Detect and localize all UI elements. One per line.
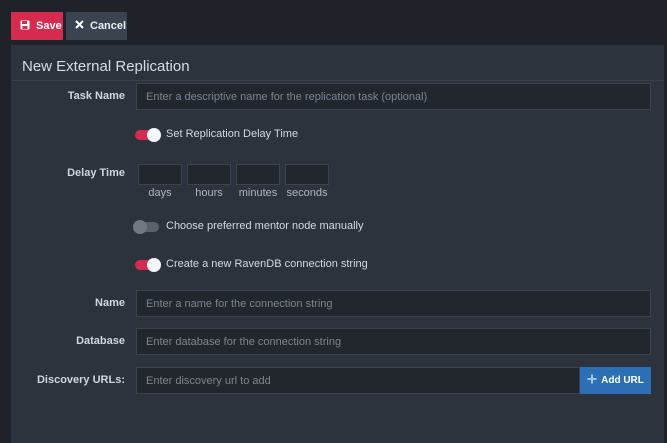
add-url-label: Add URL bbox=[601, 375, 644, 386]
save-button[interactable]: Save bbox=[11, 12, 63, 40]
delay-days-input[interactable] bbox=[138, 164, 182, 185]
delay-days-caption: days bbox=[148, 187, 172, 199]
x-icon bbox=[75, 20, 84, 32]
database-label: Database bbox=[76, 335, 125, 347]
connection-name-input[interactable] bbox=[136, 290, 651, 317]
delay-seconds-input[interactable] bbox=[285, 164, 329, 185]
name-label: Name bbox=[95, 297, 125, 309]
delay-toggle-label: Set Replication Delay Time bbox=[166, 128, 299, 140]
plus-icon bbox=[587, 374, 597, 387]
save-label: Save bbox=[36, 20, 62, 32]
page-title: New External Replication bbox=[22, 58, 190, 75]
add-url-button[interactable]: Add URL bbox=[580, 367, 651, 394]
delay-hours-caption: hours bbox=[195, 187, 223, 199]
mentor-toggle-label: Choose preferred mentor node manually bbox=[166, 220, 364, 232]
delay-minutes-input[interactable] bbox=[236, 164, 280, 185]
connection-string-toggle[interactable] bbox=[135, 258, 161, 272]
discovery-url-input[interactable] bbox=[136, 367, 580, 394]
cancel-label: Cancel bbox=[90, 20, 127, 32]
task-name-input[interactable] bbox=[136, 83, 651, 110]
connection-string-toggle-label: Create a new RavenDB connection string bbox=[166, 258, 368, 270]
delay-hours-input[interactable] bbox=[187, 164, 231, 185]
database-input[interactable] bbox=[136, 328, 651, 355]
replication-form-panel: New External Replication Task Name Set R… bbox=[11, 45, 664, 443]
delay-minutes-caption: minutes bbox=[238, 187, 278, 199]
mentor-toggle[interactable] bbox=[133, 220, 159, 234]
cancel-button[interactable]: Cancel bbox=[66, 12, 127, 40]
title-divider bbox=[11, 80, 664, 81]
delay-toggle[interactable] bbox=[135, 128, 161, 142]
floppy-disk-icon bbox=[20, 20, 30, 33]
task-name-label: Task Name bbox=[67, 90, 125, 102]
discovery-urls-label: Discovery URLs: bbox=[36, 374, 125, 386]
toolbar: Save Cancel bbox=[0, 0, 667, 44]
delay-time-label: Delay Time bbox=[67, 167, 125, 179]
delay-seconds-caption: seconds bbox=[286, 187, 328, 199]
